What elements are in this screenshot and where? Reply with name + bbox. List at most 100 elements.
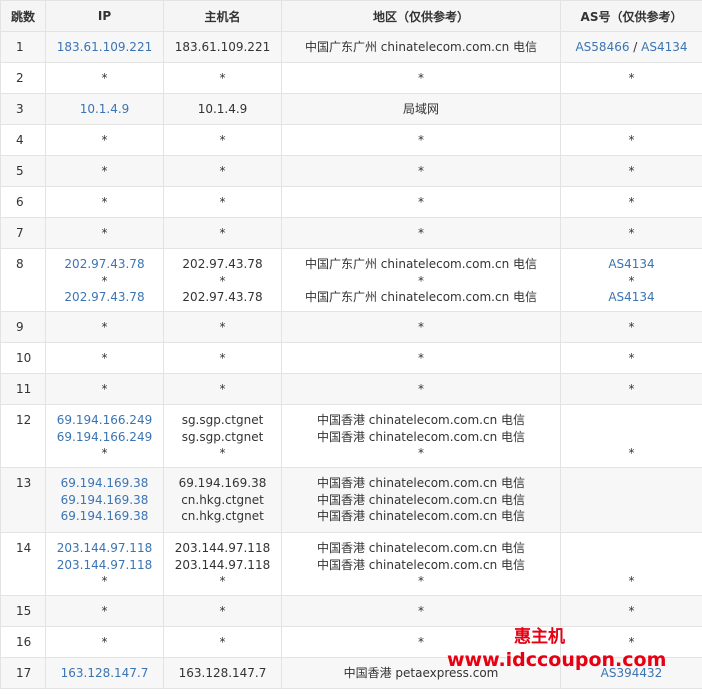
ip-cell: 10.1.4.9	[45, 93, 164, 125]
hostname-text: 10.1.4.9	[197, 102, 248, 116]
hostname-list: *	[164, 156, 281, 180]
location-text: 局域网	[402, 102, 439, 116]
location-text: 中国香港 chinatelecom.com.cn 电信	[316, 541, 526, 555]
hostname-list: 203.144.97.118 203.144.97.118 *	[164, 533, 281, 590]
location-cell: *	[281, 186, 561, 218]
as-line: AS4134	[561, 256, 702, 273]
as-line: *	[561, 132, 702, 149]
location-cell: *	[281, 124, 561, 156]
hop-number: 17	[16, 666, 32, 680]
hostname-list: *	[164, 218, 281, 242]
as-link[interactable]: AS4134	[641, 40, 687, 54]
ip-link[interactable]: 203.144.97.118	[46, 540, 163, 557]
hostname-text: *	[219, 604, 226, 618]
location-text: *	[418, 604, 424, 618]
ip-link[interactable]: 163.128.147.7	[46, 665, 163, 682]
ip-cell: 163.128.147.7	[45, 657, 164, 689]
as-list: *	[561, 374, 702, 398]
hostname-cell: 203.144.97.118 203.144.97.118 *	[163, 532, 282, 596]
ip-link[interactable]: 69.194.166.249	[46, 412, 163, 429]
table-header-row: 跳数 IP 主机名 地区（仅供参考） AS号（仅供参考）	[0, 0, 702, 32]
ip-timeout: *	[101, 320, 108, 334]
ip-timeout: *	[101, 635, 108, 649]
location-list: 中国香港 chinatelecom.com.cn 电信 中国香港 chinatel…	[282, 468, 560, 525]
hostname-text: *	[219, 446, 226, 460]
hostname-cell: *	[163, 373, 282, 405]
watermark-url: www.idccoupon.com	[447, 649, 667, 671]
hostname-text: 163.128.147.7	[178, 666, 267, 680]
hostname-text: *	[219, 382, 226, 396]
ip-link[interactable]: 202.97.43.78	[46, 289, 163, 306]
location-text: 中国香港 chinatelecom.com.cn 电信	[316, 509, 526, 523]
ip-link[interactable]: 183.61.109.221	[46, 39, 163, 56]
table-row: 15 * * * *	[0, 595, 702, 627]
location-text: *	[418, 195, 424, 209]
as-line: *	[561, 273, 702, 290]
hostname-cell: *	[163, 311, 282, 343]
location-text: *	[418, 273, 424, 288]
ip-link[interactable]: 69.194.169.38	[46, 508, 163, 525]
location-list: *	[282, 596, 560, 620]
location-cell: 中国香港 chinatelecom.com.cn 电信 中国香港 chinatel…	[281, 467, 561, 533]
ip-timeout: *	[101, 71, 108, 85]
ip-link[interactable]: 69.194.169.38	[46, 475, 163, 492]
location-cell: 局域网	[281, 93, 561, 125]
hop-number: 2	[16, 71, 24, 85]
ip-link[interactable]: 69.194.166.249	[46, 429, 163, 446]
hostname-cell: *	[163, 626, 282, 658]
as-line: *	[561, 381, 702, 398]
hop-cell: 12	[0, 404, 46, 468]
hop-number: 1	[16, 40, 24, 54]
as-timeout: *	[628, 635, 635, 649]
ip-timeout: *	[101, 351, 108, 365]
ip-cell: 203.144.97.118 203.144.97.118 *	[45, 532, 164, 596]
header-hostname: 主机名	[163, 0, 282, 32]
as-cell: *	[560, 186, 702, 218]
hostname-list: sg.sgp.ctgnet sg.sgp.ctgnet *	[164, 405, 281, 462]
ip-link[interactable]: 203.144.97.118	[46, 557, 163, 574]
location-list: 中国广东广州 chinatelecom.com.cn 电信	[282, 32, 560, 56]
as-cell: *	[560, 532, 702, 596]
hostname-text: *	[219, 273, 226, 288]
hop-cell: 8	[0, 248, 46, 312]
location-text: *	[418, 164, 424, 178]
table-body: 1 183.61.109.221 183.61.109.221 中国广东广州 chin…	[0, 31, 702, 689]
location-cell: 中国香港 chinatelecom.com.cn 电信 中国香港 chinatel…	[281, 532, 561, 596]
ip-link[interactable]: 202.97.43.78	[46, 256, 163, 273]
hop-cell: 5	[0, 155, 46, 187]
ip-list: 69.194.166.249 69.194.166.249 *	[46, 405, 163, 462]
as-cell	[560, 93, 702, 125]
table-row: 12 69.194.166.249 69.194.166.249 * sg.sgp.ct…	[0, 404, 702, 468]
ip-list: *	[46, 596, 163, 620]
hostname-list: *	[164, 63, 281, 87]
hop-cell: 10	[0, 342, 46, 374]
location-text: 中国香港 chinatelecom.com.cn 电信	[316, 476, 526, 490]
location-text: 中国广东广州 chinatelecom.com.cn 电信	[304, 40, 538, 54]
as-timeout: *	[628, 320, 635, 334]
as-link[interactable]: AS4134	[608, 290, 654, 304]
watermark-brand: 惠主机	[514, 627, 565, 647]
as-line: *	[561, 603, 702, 620]
ip-link[interactable]: 10.1.4.9	[46, 101, 163, 118]
hostname-list: *	[164, 125, 281, 149]
ip-list: 203.144.97.118 203.144.97.118 *	[46, 533, 163, 590]
as-cell: *	[560, 595, 702, 627]
hop-cell: 17	[0, 657, 46, 689]
as-link[interactable]: AS4134	[608, 257, 654, 271]
location-cell: *	[281, 62, 561, 94]
ip-link[interactable]: 69.194.169.38	[46, 492, 163, 509]
hostname-list: 183.61.109.221	[164, 32, 281, 56]
location-text: 中国香港 chinatelecom.com.cn 电信	[316, 413, 526, 427]
location-list: *	[282, 63, 560, 87]
as-line: *	[561, 350, 702, 367]
ip-cell: *	[45, 626, 164, 658]
hostname-text: cn.hkg.ctgnet	[181, 509, 264, 523]
as-cell: *	[560, 404, 702, 468]
location-list: 中国香港 chinatelecom.com.cn 电信 中国香港 chinatel…	[282, 533, 560, 590]
ip-timeout: *	[101, 195, 108, 209]
hop-number: 8	[16, 257, 24, 271]
as-timeout: *	[628, 446, 635, 460]
as-link[interactable]: AS58466	[575, 40, 629, 54]
hop-number: 6	[16, 195, 24, 209]
as-timeout: *	[628, 133, 635, 147]
